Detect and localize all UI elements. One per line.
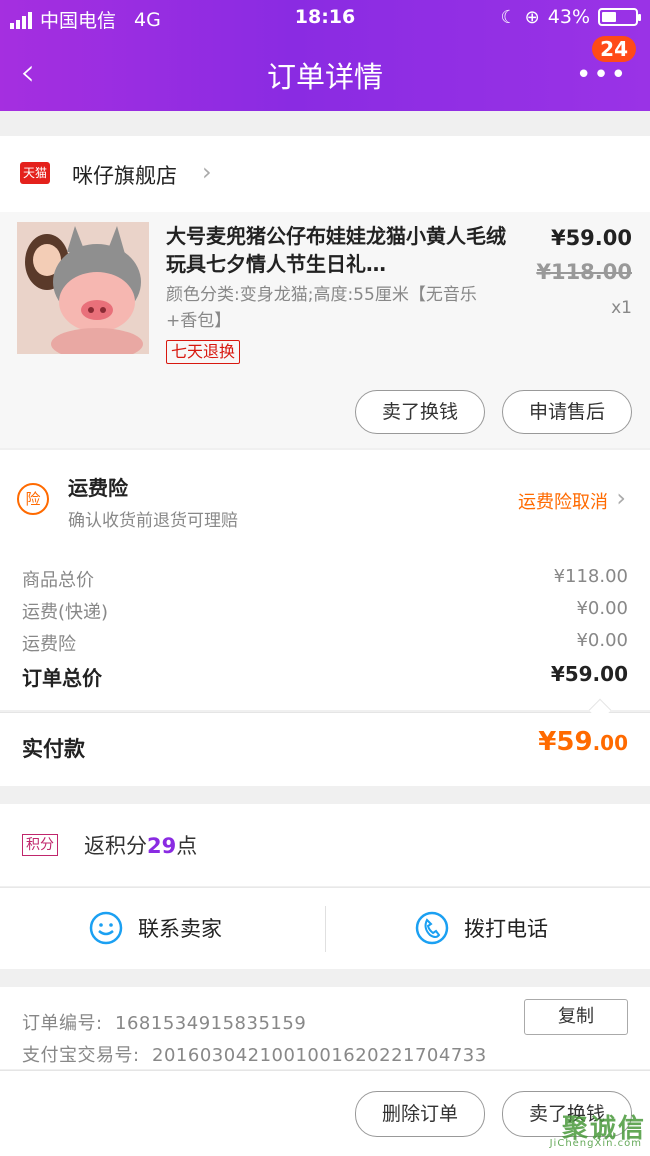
- return-policy-badge: 七天退换: [166, 340, 241, 364]
- chevron-right-icon[interactable]: ›: [616, 484, 626, 512]
- after-sale-button[interactable]: 申请售后: [502, 390, 632, 434]
- copy-button[interactable]: 复制: [524, 999, 628, 1035]
- notification-badge: 24: [592, 36, 636, 62]
- price-summary: 商品总价 ¥118.00 运费(快递) ¥0.00 运费险 ¥0.00 订单总价…: [0, 550, 650, 710]
- order-number: 订单编号: 1681534915835159: [22, 1013, 307, 1034]
- insurance-cancel-link[interactable]: 运费险取消: [518, 488, 608, 514]
- status-bar: 中国电信 4G 18:16 ☾ ⊕ 43%: [0, 4, 650, 34]
- tmall-logo-icon: 天猫: [20, 162, 50, 184]
- shipping-insurance-row: 险 运费险 确认收货前退货可理赔 运费险取消 ›: [0, 450, 650, 550]
- battery-icon: [598, 8, 641, 26]
- order-info: 订单编号: 1681534915835159 支付宝交易号: 201603042…: [0, 987, 650, 1069]
- product-quantity: x1: [611, 298, 632, 318]
- call-phone-button[interactable]: 拨打电话: [414, 910, 548, 946]
- points-row: 积分 返积分29点: [0, 804, 650, 886]
- footer-actions: 删除订单 卖了换钱 聚诚信 JiChengXin.com: [0, 1070, 650, 1156]
- product-sku: 颜色分类:变身龙猫;高度:55厘米【无音乐+香包】: [166, 285, 477, 331]
- more-icon[interactable]: •••: [576, 60, 628, 90]
- paid-label: 实付款: [22, 737, 85, 761]
- watermark-logo: 聚诚信 JiChengXin.com: [549, 1114, 646, 1149]
- store-name: 咪仔旗舰店: [72, 164, 177, 188]
- insurance-title: 运费险: [68, 476, 128, 500]
- chevron-right-icon: ›: [202, 158, 212, 186]
- divider: [325, 906, 326, 952]
- chat-smile-icon: [89, 911, 123, 945]
- product-price: ¥59.00: [550, 226, 632, 250]
- summary-row: 运费险 ¥0.00: [22, 630, 628, 655]
- product-original-price: ¥118.00: [536, 260, 632, 284]
- contact-seller-button[interactable]: 联系卖家: [88, 910, 222, 946]
- contact-row: 联系卖家 拨打电话: [0, 887, 650, 969]
- product-item[interactable]: 大号麦兜猪公仔布娃娃龙猫小黄人毛绒玩具七夕情人节生日礼… 颜色分类:变身龙猫;高…: [0, 212, 650, 448]
- battery-percent: 43%: [547, 6, 590, 28]
- delete-order-button[interactable]: 删除订单: [355, 1091, 485, 1137]
- summary-row: 商品总价 ¥118.00: [22, 566, 628, 591]
- insurance-desc: 确认收货前退货可理赔: [68, 511, 238, 531]
- nav-bar: ‹ 订单详情 ••• 24: [0, 36, 650, 110]
- page-title: 订单详情: [266, 60, 383, 94]
- alipay-number: 支付宝交易号: 2016030421001001620221704733: [22, 1045, 487, 1066]
- order-total-row: 订单总价 ¥59.00: [22, 662, 628, 690]
- sell-for-cash-button[interactable]: 卖了换钱: [355, 390, 485, 434]
- moon-icon: ☾: [500, 6, 517, 28]
- summary-row: 运费(快递) ¥0.00: [22, 598, 628, 623]
- points-text: 返积分29点: [84, 834, 198, 858]
- paid-amount-row: 实付款 ¥59.00: [0, 712, 650, 786]
- product-image[interactable]: [17, 222, 149, 354]
- paid-value: ¥59.00: [538, 727, 628, 757]
- store-row[interactable]: 天猫 咪仔旗舰店 ›: [0, 136, 650, 212]
- product-photo: [17, 222, 149, 354]
- points-tag: 积分: [22, 834, 58, 856]
- phone-icon: [415, 911, 449, 945]
- header-bar: 中国电信 4G 18:16 ☾ ⊕ 43% ‹ 订单详情 ••• 24: [0, 0, 650, 111]
- insurance-icon: 险: [17, 483, 49, 515]
- rotation-lock-icon: ⊕: [524, 6, 540, 28]
- product-name: 大号麦兜猪公仔布娃娃龙猫小黄人毛绒玩具七夕情人节生日礼…: [166, 224, 506, 276]
